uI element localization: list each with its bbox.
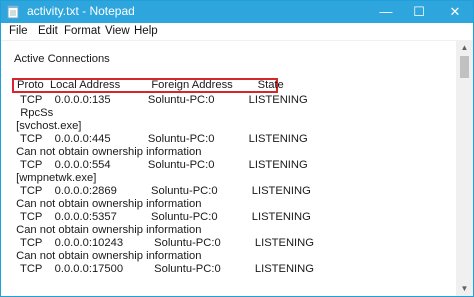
menu-format[interactable]: Format <box>64 23 100 39</box>
text-line: Can not obtain ownership information <box>13 198 202 210</box>
vertical-scrollbar[interactable]: ▲ ▼ <box>456 41 473 296</box>
menu-view[interactable]: View <box>105 23 130 39</box>
close-button[interactable]: ✕ <box>437 1 473 23</box>
window-title: activity.txt - Notepad <box>27 4 135 18</box>
notepad-icon <box>7 5 19 19</box>
text-line: RpcSs <box>14 107 54 119</box>
text-line: Can not obtain ownership information <box>13 224 202 236</box>
text-line: Proto Local Address Foreign Address Stat… <box>17 79 284 91</box>
minimize-button[interactable]: — <box>371 1 401 23</box>
text-line: TCP 0.0.0.0:5357 Soluntu-PC:0 LISTENING <box>14 211 311 223</box>
text-line: TCP 0.0.0.0:10243 Soluntu-PC:0 LISTENING <box>14 237 314 249</box>
text-line: TCP 0.0.0.0:17500 Soluntu-PC:0 LISTENING <box>14 263 314 275</box>
text-line: TCP 0.0.0.0:135 Soluntu-PC:0 LISTENING <box>14 94 308 106</box>
text-line: Can not obtain ownership information <box>13 146 202 158</box>
scroll-down-icon[interactable]: ▼ <box>456 282 473 296</box>
text-line: [wmpnetwk.exe] <box>13 172 97 184</box>
menu-bar: File Edit Format View Help <box>1 23 473 41</box>
text-line: TCP 0.0.0.0:445 Soluntu-PC:0 LISTENING <box>14 133 308 145</box>
text-line: Active Connections <box>14 53 110 65</box>
menu-edit[interactable]: Edit <box>38 23 58 39</box>
text-editor-area[interactable]: Active Connections Proto Local Address F… <box>1 41 455 295</box>
text-line: Can not obtain ownership information <box>13 250 202 262</box>
text-line: TCP 0.0.0.0:554 Soluntu-PC:0 LISTENING <box>14 159 308 171</box>
menu-file[interactable]: File <box>9 23 28 39</box>
maximize-button[interactable]: ☐ <box>404 1 434 23</box>
title-bar[interactable]: activity.txt - Notepad — ☐ ✕ <box>1 1 473 23</box>
scroll-up-icon[interactable]: ▲ <box>456 41 473 55</box>
notepad-window: activity.txt - Notepad — ☐ ✕ File Edit F… <box>0 0 474 297</box>
text-line: [svchost.exe] <box>13 120 82 132</box>
menu-help[interactable]: Help <box>134 23 158 39</box>
text-line: TCP 0.0.0.0:2869 Soluntu-PC:0 LISTENING <box>14 185 311 197</box>
scroll-thumb[interactable] <box>460 56 469 78</box>
